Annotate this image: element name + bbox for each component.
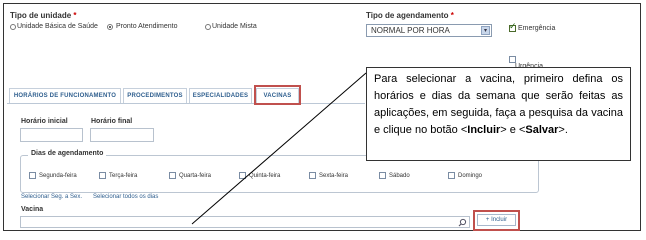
- callout-text-3: >.: [558, 124, 568, 136]
- instruction-callout: Para selecionar a vacina, primeiro defin…: [366, 67, 631, 161]
- callout-text-2: > e <: [500, 124, 526, 136]
- callout-bold-incluir: Incluir: [467, 124, 501, 136]
- callout-bold-salvar: Salvar: [525, 124, 559, 136]
